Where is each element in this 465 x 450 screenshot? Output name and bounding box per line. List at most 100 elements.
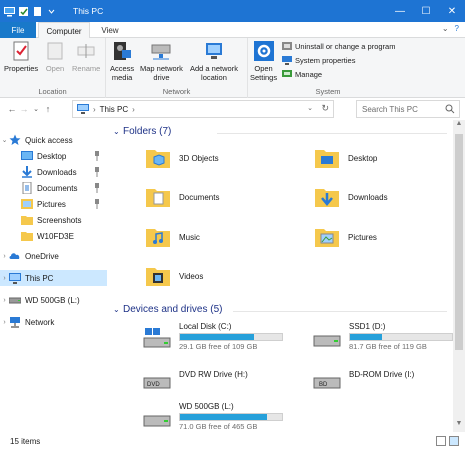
section-devices[interactable]: ⌄ Devices and drives (5)	[113, 304, 453, 315]
ribbon-group-location: Properties Open Rename Location	[0, 38, 106, 98]
expand-arrow-icon[interactable]: ⌄	[0, 136, 9, 144]
folder-item[interactable]: Music	[145, 224, 200, 250]
nav-this-pc[interactable]: › This PC	[0, 270, 107, 286]
search-placeholder: Search This PC	[362, 104, 418, 114]
close-button[interactable]: ✕	[439, 0, 465, 22]
pin-icon[interactable]	[93, 199, 101, 209]
svg-text:BD: BD	[319, 382, 328, 388]
content-pane: ⌄ Folders (7) 3D Objects Desktop Documen…	[107, 120, 453, 432]
rename-button[interactable]: Rename	[72, 40, 100, 73]
map-network-drive-button[interactable]: Map network drive	[140, 40, 183, 82]
drive-usage-fill	[180, 414, 267, 420]
scrollbar-thumb[interactable]	[455, 134, 463, 350]
folder-item[interactable]: Documents	[145, 184, 219, 210]
drive-item[interactable]: SSD1 (D:) 81.7 GB free of 119 GB	[313, 322, 453, 351]
pin-icon[interactable]	[93, 183, 101, 193]
collapse-caret-icon[interactable]: ⌄	[113, 305, 123, 314]
nav-onedrive[interactable]: › OneDrive	[0, 248, 107, 264]
chevron-down-icon[interactable]	[46, 6, 57, 17]
3d-objects-folder-icon	[146, 150, 170, 168]
tab-file[interactable]: File	[0, 22, 36, 38]
collapse-caret-icon[interactable]: ⌄	[113, 127, 123, 136]
drive-item[interactable]: DVD DVD RW Drive (H:)	[143, 364, 248, 392]
nav-pictures[interactable]: Pictures	[0, 196, 107, 212]
new-folder-qa-icon[interactable]	[32, 6, 43, 17]
maximize-button[interactable]: ☐	[413, 0, 439, 22]
back-button[interactable]: ←	[6, 104, 18, 114]
address-bar[interactable]: › This PC › ⌄ ↻	[72, 100, 334, 118]
section-folders[interactable]: ⌄ Folders (7)	[113, 126, 453, 137]
manage-button[interactable]: Manage	[282, 69, 322, 79]
cloud-icon	[9, 253, 20, 259]
chevron-right-icon[interactable]: ›	[132, 105, 135, 114]
open-button[interactable]: Open	[44, 40, 66, 73]
collapse-ribbon-button[interactable]: ⌄	[442, 24, 449, 33]
drive-item[interactable]: WD 500GB (L:) 71.0 GB free of 465 GB	[143, 402, 283, 431]
tab-computer[interactable]: Computer	[38, 22, 90, 39]
computer-icon	[4, 6, 15, 16]
folder-item[interactable]: 3D Objects	[145, 145, 219, 171]
nav-screenshots[interactable]: Screenshots	[0, 212, 107, 228]
recent-locations-button[interactable]: ⌄	[30, 105, 42, 113]
nav-downloads[interactable]: Downloads	[0, 164, 107, 180]
expand-arrow-icon[interactable]: ›	[0, 319, 9, 326]
nav-documents[interactable]: Documents	[0, 180, 107, 196]
details-view-icon[interactable]	[436, 436, 446, 446]
up-button[interactable]: ↑	[42, 104, 54, 114]
documents-folder-icon	[146, 189, 170, 207]
chevron-right-icon[interactable]: ›	[93, 105, 96, 114]
system-properties-icon	[282, 56, 292, 65]
chevron-down-icon[interactable]: ⌄	[307, 104, 313, 112]
breadcrumb-this-pc[interactable]: This PC	[100, 105, 128, 114]
drive-usage-fill	[180, 334, 255, 340]
scroll-down-icon[interactable]: ▼	[453, 420, 465, 432]
pin-icon[interactable]	[93, 167, 101, 177]
expand-arrow-icon[interactable]: ›	[0, 297, 9, 304]
pictures-icon	[21, 199, 33, 209]
drive-item[interactable]: Local Disk (C:) 29.1 GB free of 109 GB	[143, 322, 283, 351]
folder-item[interactable]: Desktop	[314, 145, 377, 171]
search-icon	[445, 104, 455, 114]
forward-button[interactable]: →	[18, 104, 30, 114]
ribbon-group-system: Open Settings Uninstall or change a prog…	[248, 38, 408, 98]
search-input[interactable]: Search This PC	[356, 100, 460, 118]
help-button[interactable]: ?	[455, 24, 459, 33]
download-arrow-icon	[22, 166, 32, 178]
open-settings-button[interactable]: Open Settings	[250, 40, 277, 82]
group-label-network: Network	[162, 87, 191, 96]
properties-button[interactable]: Properties	[4, 40, 38, 73]
nav-desktop[interactable]: Desktop	[0, 148, 107, 164]
folder-item[interactable]: Pictures	[314, 224, 377, 250]
navigation-pane: ⌄ Quick access Desktop Downloads Documen…	[0, 120, 107, 432]
nav-network[interactable]: › Network	[0, 314, 107, 330]
uninstall-program-button[interactable]: Uninstall or change a program	[282, 41, 395, 51]
properties-icon	[13, 41, 29, 61]
folder-item[interactable]: Downloads	[314, 184, 388, 210]
title-bar: This PC — ☐ ✕	[0, 0, 465, 22]
navigation-bar: ← → ⌄ ↑ › This PC › ⌄ ↻ Search This PC	[0, 98, 465, 120]
minimize-button[interactable]: —	[387, 0, 413, 22]
tab-view[interactable]: View	[92, 22, 128, 38]
gear-icon	[253, 41, 274, 61]
dvd-drive-icon: DVD	[143, 377, 171, 389]
status-bar: 15 items	[0, 432, 465, 450]
quick-access-toolbar	[0, 6, 57, 17]
access-media-button[interactable]: Access media	[110, 40, 134, 82]
expand-arrow-icon[interactable]: ›	[0, 253, 9, 260]
system-properties-button[interactable]: System properties	[282, 55, 355, 65]
refresh-icon[interactable]: ↻	[321, 103, 329, 114]
nav-w10fd3e[interactable]: W10FD3E	[0, 228, 107, 244]
nav-wd-500gb[interactable]: › WD 500GB (L:)	[0, 292, 107, 308]
nav-quick-access[interactable]: ⌄ Quick access	[0, 132, 107, 148]
folder-item[interactable]: Videos	[145, 263, 203, 289]
vertical-scrollbar[interactable]: ▲ ▼	[453, 120, 465, 432]
pin-icon[interactable]	[93, 151, 101, 161]
scroll-up-icon[interactable]: ▲	[453, 120, 465, 132]
folder-icon	[21, 232, 33, 241]
large-icons-view-icon[interactable]	[449, 436, 459, 446]
add-network-location-button[interactable]: Add a network location	[190, 40, 238, 82]
expand-arrow-icon[interactable]: ›	[0, 275, 9, 282]
pictures-folder-icon	[315, 229, 339, 247]
properties-qa-icon[interactable]	[18, 6, 29, 17]
drive-item[interactable]: BD BD-ROM Drive (I:)	[313, 364, 414, 392]
